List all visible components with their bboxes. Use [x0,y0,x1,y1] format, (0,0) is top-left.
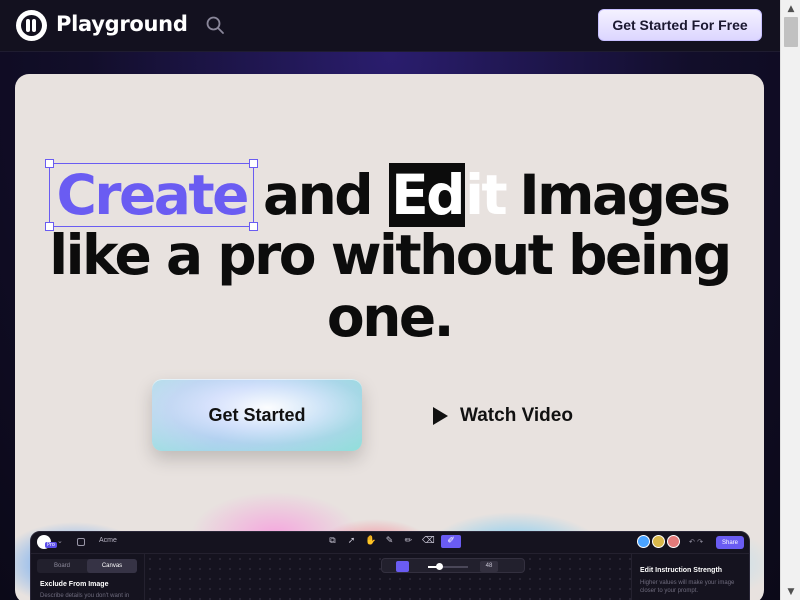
preview-brush-control: 48 [381,558,525,573]
segment-board: Board [53,563,70,569]
scroll-up-icon[interactable]: ▲ [781,0,800,17]
preview-tools: ⧉ ➚ ✋ ✎ ✏ ⌫ ✐ [327,535,461,548]
preview-share-button: Share [716,536,744,549]
headline-line-3: one. [326,285,455,349]
segment-canvas: Canvas [87,559,137,573]
top-nav: Playground Get Started For Free [0,0,780,52]
edit-highlight-text: Ed [389,163,466,227]
avatar [667,535,680,548]
preview-left-title: Exclude From Image [40,581,109,588]
get-started-free-button[interactable]: Get Started For Free [598,9,762,41]
avatar [637,535,650,548]
pen-icon [396,561,409,572]
preview-plan-badge: Pro [45,542,57,548]
chevron-down-icon: ⌄ [57,537,63,545]
headline-and-word: and [262,163,374,227]
headline-images-word: Images [519,163,731,227]
preview-left-hint: Describe details you don't want in [40,593,130,599]
headline-line-1: Create and Edit Images [15,159,764,231]
hero-section: Create and Edit Images like a pro without … [15,74,764,600]
preview-toolbar: Pro ⌄ Acme ⧉ ➚ ✋ ✎ ✏ ⌫ ✐ ↶ ↷ Share [31,532,749,554]
edit-rest-text: it [465,163,508,227]
watch-video-button[interactable]: Watch Video [433,399,573,433]
avatar [652,535,665,548]
eraser-tool-icon: ⌫ [422,536,435,546]
create-text: Create [56,163,249,227]
select-tool-icon: ➚ [347,536,356,546]
scroll-down-icon[interactable]: ▼ [781,583,800,600]
app-preview: Pro ⌄ Acme ⧉ ➚ ✋ ✎ ✏ ⌫ ✐ ↶ ↷ Share Board… [30,531,750,600]
scroll-thumb[interactable] [784,17,798,47]
play-icon [433,407,448,425]
logo-icon[interactable] [16,10,47,41]
page-scrollbar[interactable]: ▲ ▼ [780,0,800,600]
preview-right-panel: Edit Instruction Strength Higher values … [631,554,749,600]
frame-tool-icon: ⧉ [329,536,336,546]
brush-size-knob [436,563,443,570]
undo-redo-icon: ↶ ↷ [689,538,703,546]
selection-handle-icon [248,159,258,168]
layout-icon [77,538,85,546]
preview-right-title: Edit Instruction Strength [640,567,723,574]
headline-create-word: Create [45,159,258,231]
search-icon[interactable] [205,15,225,35]
brush-tool-icon: ✐ [441,535,461,548]
watch-video-label: Watch Video [460,405,573,426]
brush-size-value: 48 [480,561,498,572]
preview-left-panel: Board Canvas Exclude From Image Describe… [31,554,145,600]
selection-handle-icon [45,159,55,168]
preview-segmented-control: Board Canvas [37,559,137,573]
pencil-tool-icon: ✏ [404,536,413,546]
headline-line-2: like a pro without being [49,223,732,287]
preview-right-hint: Higher values will make your image close… [640,580,735,594]
headline-edit-word: Edit [389,163,508,227]
edit-tool-icon: ✎ [385,536,394,546]
preview-canvas: 48 [145,554,631,600]
preview-project-name: Acme [99,537,117,544]
get-started-button[interactable]: Get Started [152,379,362,451]
preview-collaborators [637,535,680,548]
hand-tool-icon: ✋ [365,536,377,546]
brand-name[interactable]: Playground [56,12,188,36]
